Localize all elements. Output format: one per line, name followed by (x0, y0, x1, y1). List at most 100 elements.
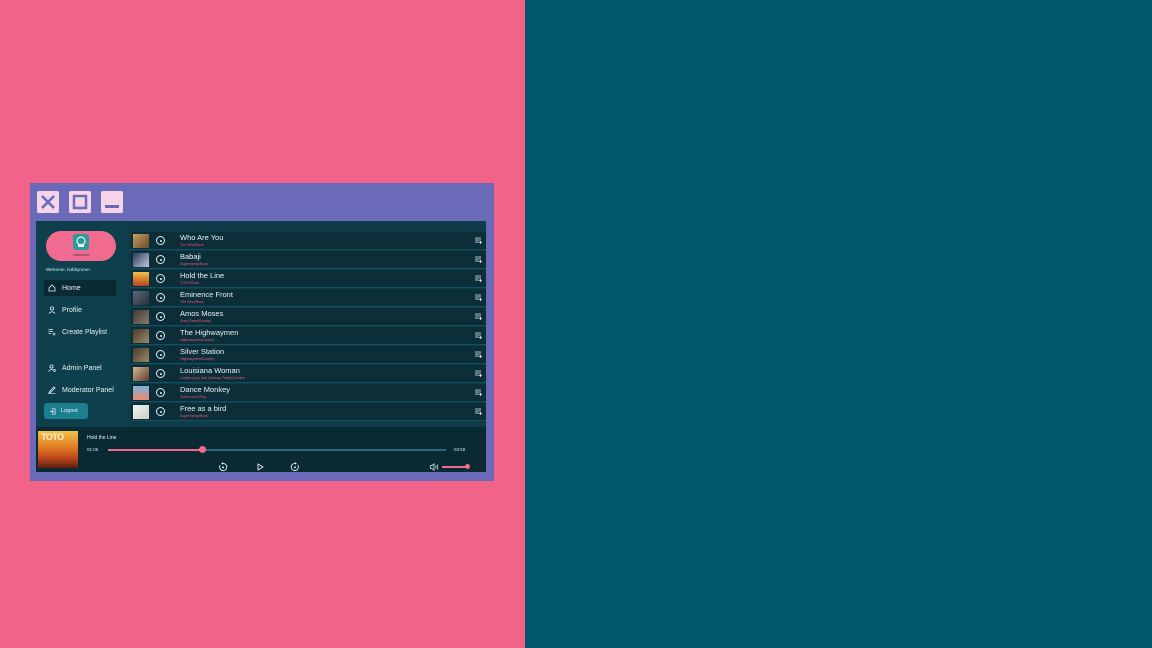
play-circle-icon[interactable] (156, 350, 165, 359)
welcome-text: Welcome, bobbyrune! (46, 267, 90, 272)
minimize-icon (105, 205, 119, 208)
maximize-icon (72, 194, 88, 210)
seek-bar-progress (108, 449, 203, 451)
play-circle-icon[interactable] (156, 331, 165, 340)
track-title: Babaji (180, 252, 201, 261)
album-cover: TOTO (38, 431, 78, 468)
track-row[interactable]: Louisiana Woman Loretta Lynn and Conway … (131, 365, 486, 383)
add-to-queue-icon[interactable] (475, 332, 483, 339)
nav-moderator-panel[interactable]: Moderator Panel (44, 382, 116, 398)
maximize-button[interactable] (69, 191, 91, 213)
track-thumbnail (133, 405, 149, 419)
play-circle-icon[interactable] (156, 369, 165, 378)
volume-slider-level (442, 466, 467, 468)
track-row[interactable]: Amos Moses Jerry Reed/Country (131, 308, 486, 326)
add-to-queue-icon[interactable] (475, 237, 483, 244)
add-to-queue-icon[interactable] (475, 408, 483, 415)
track-artist: Supertramp/Rock (180, 262, 208, 266)
logo[interactable]: harmonii (46, 231, 116, 261)
logout-label: Logout (61, 408, 78, 414)
rewind-icon[interactable] (218, 462, 228, 472)
track-title: Silver Station (180, 347, 225, 356)
track-artist: Highwaymen/Country (180, 357, 215, 361)
nav-admin-panel-label: Admin Panel (62, 364, 102, 372)
nav-create-playlist[interactable]: Create Playlist (44, 324, 116, 340)
play-circle-icon[interactable] (156, 312, 165, 321)
track-artist: The Who/Rock (180, 300, 204, 304)
track-artist: Highwaymen/Country (180, 338, 215, 342)
nav-admin-panel[interactable]: Admin Panel (44, 360, 116, 376)
add-to-queue-icon[interactable] (475, 294, 483, 301)
home-icon (48, 284, 56, 292)
track-row[interactable]: Hold the Line TOTO/Rock (131, 270, 486, 288)
fast-forward-icon[interactable] (290, 462, 300, 472)
track-title: Hold the Line (180, 271, 225, 280)
add-to-queue-icon[interactable] (475, 256, 483, 263)
track-title: Who Are You (180, 233, 224, 242)
play-circle-icon[interactable] (156, 255, 165, 264)
add-to-queue-icon[interactable] (475, 370, 483, 377)
volume-icon[interactable] (430, 463, 439, 471)
track-artist: The Who/Rock (180, 243, 204, 247)
add-to-queue-icon[interactable] (475, 313, 483, 320)
admin-icon (48, 364, 56, 372)
track-thumbnail (133, 329, 149, 343)
nav-create-playlist-label: Create Playlist (62, 328, 108, 336)
track-thumbnail (133, 367, 149, 381)
play-circle-icon[interactable] (156, 293, 165, 302)
track-artist: Jerry Reed/Country (180, 319, 212, 323)
volume-handle[interactable] (464, 464, 470, 469)
track-thumbnail (133, 291, 149, 305)
album-cover-text: TOTO (41, 432, 64, 442)
track-row[interactable]: Silver Station Highwaymen/Country (131, 346, 486, 364)
now-playing-title: Hold the Line (87, 435, 117, 441)
track-title: Dance Monkey (180, 385, 231, 394)
user-icon (48, 306, 56, 314)
play-circle-icon[interactable] (156, 274, 165, 283)
track-artist: TOTO/Rock (180, 281, 200, 285)
track-row[interactable]: Eminence Front The Who/Rock (131, 289, 486, 307)
edit-icon (48, 386, 56, 394)
seek-handle[interactable] (199, 446, 207, 453)
add-to-queue-icon[interactable] (475, 389, 483, 396)
track-row[interactable]: Dance Monkey Tones and I/Pop (131, 384, 486, 402)
track-title: Eminence Front (180, 290, 233, 299)
track-row[interactable]: Who Are You The Who/Rock (131, 232, 486, 250)
logout-button[interactable]: Logout (44, 403, 88, 419)
track-thumbnail (133, 234, 149, 248)
track-thumbnail (133, 272, 149, 286)
current-time: 01:06 (87, 447, 99, 452)
track-list: Who Are You The Who/Rock Babaji Supertra… (131, 232, 486, 422)
track-row[interactable]: The Highwaymen Highwaymen/Country (131, 327, 486, 345)
nav-home-label: Home (62, 284, 81, 292)
sidebar: harmonii Welcome, bobbyrune! Home Profil… (36, 221, 128, 427)
logo-text: harmonii (73, 252, 89, 257)
nav-home[interactable]: Home (44, 280, 116, 296)
logout-icon (49, 408, 56, 414)
app-window: harmonii Welcome, bobbyrune! Home Profil… (30, 183, 494, 481)
player-bar: TOTO Hold the Line 01:06 03:58 (36, 427, 486, 472)
close-button[interactable] (37, 191, 59, 213)
track-title: Amos Moses (180, 309, 224, 318)
track-artist: Tones and I/Pop (180, 395, 206, 399)
play-circle-icon[interactable] (156, 407, 165, 416)
track-artist: Supertramp/Rock (180, 414, 208, 418)
track-row[interactable]: Free as a bird Supertramp/Rock (131, 403, 486, 421)
minimize-button[interactable] (101, 191, 123, 213)
total-time: 03:58 (454, 447, 466, 452)
nav-profile[interactable]: Profile (44, 302, 116, 318)
logo-icon (73, 234, 89, 250)
play-icon[interactable] (255, 462, 265, 472)
nav-profile-label: Profile (62, 306, 82, 314)
play-circle-icon[interactable] (156, 236, 165, 245)
track-thumbnail (133, 348, 149, 362)
playlist-add-icon (48, 329, 56, 336)
close-icon (41, 195, 55, 209)
add-to-queue-icon[interactable] (475, 351, 483, 358)
play-circle-icon[interactable] (156, 388, 165, 397)
track-row[interactable]: Babaji Supertramp/Rock (131, 251, 486, 269)
track-title: The Highwaymen (180, 328, 239, 337)
add-to-queue-icon[interactable] (475, 275, 483, 282)
track-thumbnail (133, 386, 149, 400)
right-background (525, 0, 1152, 648)
